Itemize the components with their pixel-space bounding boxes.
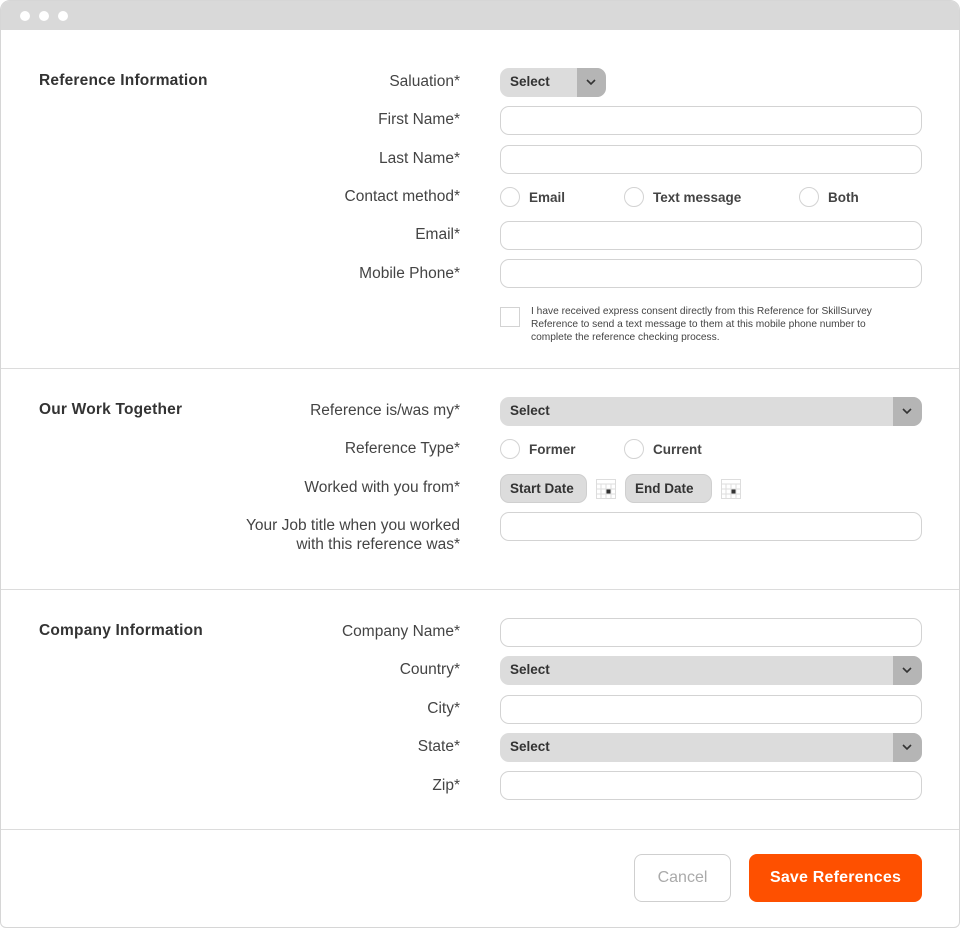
job-title-input[interactable] xyxy=(500,512,922,541)
contact-method-text-radio[interactable]: Text message xyxy=(624,187,741,207)
country-select-value: Select xyxy=(510,662,550,677)
job-title-label: Your Job title when you worked with this… xyxy=(246,516,460,554)
maximize-dot[interactable] xyxy=(58,11,68,21)
radio-label: Email xyxy=(529,189,566,205)
mobile-phone-input[interactable] xyxy=(500,259,922,288)
worked-from-label: Worked with you from* xyxy=(304,479,460,496)
reference-type-label: Reference Type* xyxy=(344,440,460,457)
contact-method-label: Contact method* xyxy=(344,188,460,205)
chevron-down-icon[interactable] xyxy=(893,656,922,685)
close-dot[interactable] xyxy=(20,11,30,21)
chevron-down-icon[interactable] xyxy=(577,68,606,97)
salutation-select-value: Select xyxy=(510,74,550,89)
end-date-button[interactable]: End Date xyxy=(625,474,712,503)
chevron-down-icon[interactable] xyxy=(893,733,922,762)
first-name-input[interactable] xyxy=(500,106,922,135)
state-select-value: Select xyxy=(510,739,550,754)
company-name-label: Company Name* xyxy=(341,623,460,640)
chevron-down-icon[interactable] xyxy=(893,397,922,426)
country-label: Country* xyxy=(399,661,460,678)
reference-type-radio-group: Former Current xyxy=(500,439,800,461)
section-title-company-information: Company Information xyxy=(39,622,203,639)
company-name-input[interactable] xyxy=(500,618,922,647)
radio-circle[interactable] xyxy=(624,187,644,207)
relationship-label: Reference is/was my* xyxy=(310,402,460,419)
reference-type-current-radio[interactable]: Current xyxy=(624,439,702,459)
save-references-button[interactable]: Save References xyxy=(749,854,922,902)
browser-window: Reference Information Saluation* Select … xyxy=(0,0,960,928)
email-label: Email* xyxy=(415,226,460,243)
start-date-button[interactable]: Start Date xyxy=(500,474,587,503)
state-label: State* xyxy=(417,738,460,755)
window-titlebar xyxy=(1,1,959,30)
radio-circle[interactable] xyxy=(500,439,520,459)
section-title-reference-information: Reference Information xyxy=(39,72,208,89)
radio-circle[interactable] xyxy=(799,187,819,207)
radio-circle[interactable] xyxy=(624,439,644,459)
contact-method-radio-group: Email Text message Both xyxy=(500,187,922,209)
section-title-work-together: Our Work Together xyxy=(39,401,183,418)
calendar-icon[interactable] xyxy=(596,479,616,499)
cancel-button[interactable]: Cancel xyxy=(634,854,731,902)
last-name-label: Last Name* xyxy=(379,150,460,167)
first-name-label: First Name* xyxy=(378,111,460,128)
job-title-label-line2: with this reference was* xyxy=(296,536,460,553)
city-input[interactable] xyxy=(500,695,922,724)
consent-checkbox[interactable] xyxy=(500,307,520,327)
consent-text: I have received express consent directly… xyxy=(531,306,872,343)
radio-label: Current xyxy=(653,441,702,457)
contact-method-both-radio[interactable]: Both xyxy=(799,187,859,207)
email-input[interactable] xyxy=(500,221,922,250)
radio-label: Former xyxy=(529,441,576,457)
country-select[interactable]: Select xyxy=(500,656,922,685)
job-title-label-line1: Your Job title when you worked xyxy=(246,517,460,534)
zip-label: Zip* xyxy=(432,777,460,794)
contact-method-email-radio[interactable]: Email xyxy=(500,187,565,207)
relationship-select-value: Select xyxy=(510,403,550,418)
salutation-label: Saluation* xyxy=(389,73,460,90)
relationship-select[interactable]: Select xyxy=(500,397,922,426)
city-label: City* xyxy=(427,700,460,717)
state-select[interactable]: Select xyxy=(500,733,922,762)
calendar-icon[interactable] xyxy=(721,479,741,499)
zip-input[interactable] xyxy=(500,771,922,800)
last-name-input[interactable] xyxy=(500,145,922,174)
radio-label: Both xyxy=(828,189,859,205)
mobile-phone-label: Mobile Phone* xyxy=(359,265,460,282)
radio-label: Text message xyxy=(653,189,742,205)
salutation-select[interactable]: Select xyxy=(500,68,606,97)
reference-type-former-radio[interactable]: Former xyxy=(500,439,576,459)
radio-circle[interactable] xyxy=(500,187,520,207)
minimize-dot[interactable] xyxy=(39,11,49,21)
